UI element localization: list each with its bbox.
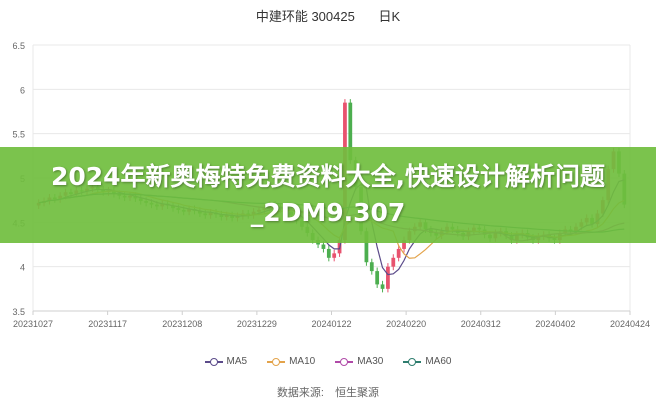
candle-body	[396, 248, 401, 258]
y-tick-label: 6	[20, 85, 25, 95]
y-tick-label: 6.5	[12, 41, 25, 51]
overlay-headline: 2024年新奥梅特免费资料大全,快速设计解析问题_2DM9.307	[50, 162, 606, 227]
data-source: 数据来源: 恒生聚源	[0, 384, 656, 400]
x-tick-label: 20231229	[237, 319, 277, 329]
x-tick-label: 20231027	[13, 319, 53, 329]
x-tick-label: 20231117	[88, 319, 127, 329]
legend-swatch-icon	[204, 357, 223, 366]
candle-body	[332, 253, 337, 258]
x-tick-label: 20240312	[461, 319, 501, 329]
legend-label: MA5	[226, 356, 248, 367]
legend-item-ma30[interactable]: MA30	[335, 356, 383, 367]
candle-body	[380, 284, 385, 289]
candle-body	[369, 262, 374, 272]
legend-swatch-icon	[403, 357, 422, 366]
legend-label: MA10	[289, 356, 316, 367]
legend-item-ma5[interactable]: MA5	[204, 356, 248, 367]
y-tick-label: 5.5	[12, 130, 25, 140]
y-tick-label: 3.5	[12, 307, 25, 317]
legend-item-ma60[interactable]: MA60	[403, 356, 451, 367]
legend-swatch-icon	[335, 357, 354, 366]
x-tick-label: 20231208	[162, 319, 202, 329]
x-tick-label: 20240122	[311, 319, 351, 329]
candle-body	[321, 244, 326, 249]
source-label: 数据来源:	[276, 387, 324, 399]
legend-label: MA30	[357, 356, 384, 367]
legend-label: MA60	[425, 356, 452, 367]
chart-legend: MA5 MA10 MA30 MA60	[0, 356, 656, 367]
x-tick-label: 20240424	[610, 319, 650, 329]
legend-swatch-icon	[267, 357, 286, 366]
x-tick-label: 20240402	[535, 319, 575, 329]
candle-body	[386, 266, 390, 289]
x-tick-label: 20240220	[386, 319, 426, 329]
candle-body	[391, 257, 396, 267]
y-tick-label: 4	[20, 263, 25, 273]
legend-item-ma10[interactable]: MA10	[267, 356, 315, 367]
candle-body	[326, 248, 331, 258]
x-axis-ticks: 20231027 20231117 20231208 20231229 20240122…	[13, 311, 650, 329]
overlay-banner: 2024年新奥梅特免费资料大全,快速设计解析问题_2DM9.307	[0, 147, 656, 243]
candle-body	[375, 271, 380, 285]
source-name: 恒生聚源	[335, 387, 380, 399]
